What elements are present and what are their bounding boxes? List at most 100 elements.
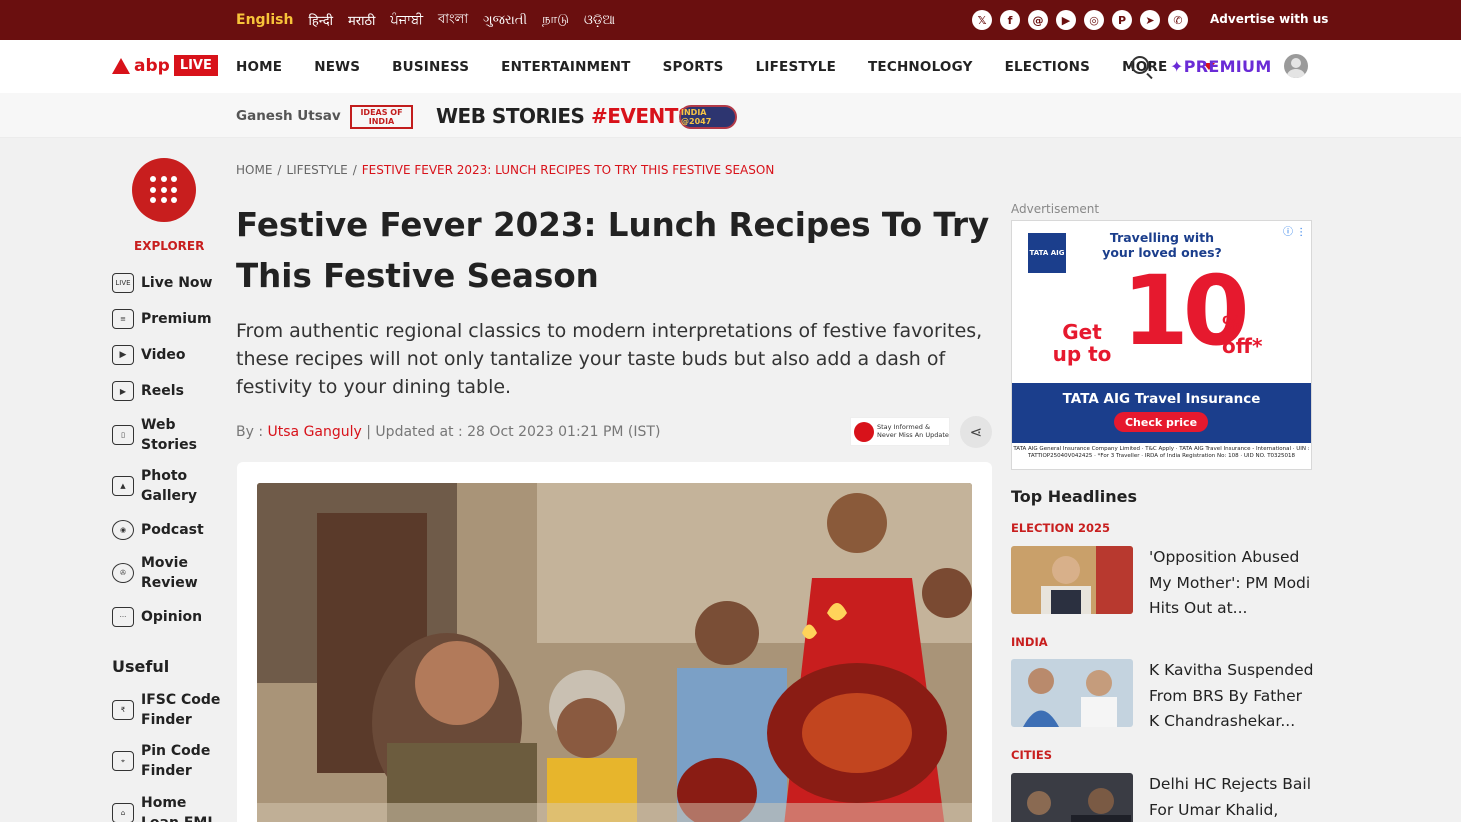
lang-odia[interactable]: ଓଡ଼ିଆ [584,13,615,28]
breadcrumb-lifestyle[interactable]: LIFESTYLE [286,163,347,177]
sidebar-item-reels[interactable]: ▶ Reels [112,381,184,401]
events-logo[interactable]: #EVENTS [591,104,692,128]
sidebar-item-podcast[interactable]: ◉ Podcast [112,520,204,540]
sidebar-item-premium[interactable]: ≡ Premium [112,309,212,329]
lang-gujarati[interactable]: ગુજરાતી [483,13,527,28]
app-download-badge[interactable]: Stay Informed & Never Miss An Update [850,417,950,446]
nav-business[interactable]: BUSINESS [392,59,469,75]
threads-icon[interactable]: @ [1028,10,1048,30]
grid-dots-icon [150,176,178,204]
facebook-icon[interactable]: f [1000,10,1020,30]
whatsapp-icon[interactable]: ✆ [1168,10,1188,30]
x-icon[interactable]: 𝕏 [972,10,992,30]
search-icon[interactable] [1131,56,1149,74]
breadcrumb-home[interactable]: HOME [236,163,272,177]
headline-category[interactable]: CITIES [1011,748,1052,762]
sidebar-item-movie-review[interactable]: ✇ Movie Review [112,553,198,593]
ifsc-icon: ₹ [112,700,134,720]
lang-tamil[interactable]: நாடு [542,12,569,28]
sidebar-item-label: Premium [141,311,212,327]
nav-home[interactable]: HOME [236,59,282,75]
lang-english[interactable]: English [236,12,293,28]
telegram-icon[interactable]: ➤ [1140,10,1160,30]
useful-heading: Useful [112,657,170,676]
ganesh-utsav-link[interactable]: Ganesh Utsav [236,108,341,124]
tata-aig-logo: TATA AIG [1028,233,1066,273]
user-avatar-icon[interactable] [1284,54,1308,78]
lang-bangla[interactable]: বাংলা [438,10,468,31]
explorer-label: EXPLORER [134,239,205,253]
sidebar-item-video[interactable]: ▶ Video [112,345,186,365]
headline-thumbnail[interactable] [1011,659,1133,727]
advertisement-label: Advertisement [1011,202,1100,216]
reels-icon: ▶ [112,381,134,401]
share-icon[interactable]: ⋖ [960,416,992,448]
headline-link[interactable]: Delhi HC Rejects Bail For Umar Khalid, [1149,772,1314,822]
abp-live-logo[interactable]: abp LIVE [112,55,218,76]
sidebar-item-opinion[interactable]: ··· Opinion [112,607,202,627]
author-link[interactable]: Utsa Ganguly [268,424,362,440]
sidebar-item-label: Pin Code Finder [141,743,211,779]
sidebar-item-label: Web Stories [141,417,197,453]
sidebar-item-home-loan[interactable]: ⌂ Home Loan EMI [112,793,213,822]
sidebar-item-label: Opinion [141,609,203,625]
india-2047-logo[interactable]: INDIA @2047 [679,105,737,129]
nav-items: HOME NEWS BUSINESS ENTERTAINMENT SPORTS … [236,40,1247,93]
sidebar-item-label: Video [141,347,186,363]
live-icon: LIVE [112,273,134,293]
nav-news[interactable]: NEWS [314,59,360,75]
ad-product-name: TATA AIG Travel Insurance [1062,391,1261,407]
ad-check-price-button[interactable]: Check price [1114,412,1208,432]
headline-thumbnail[interactable] [1011,546,1133,614]
nav-technology[interactable]: TECHNOLOGY [868,59,973,75]
sidebar-item-label: Podcast [141,522,204,538]
lang-punjabi[interactable]: ਪੰਜਾਬੀ [390,13,423,28]
lang-hindi[interactable]: हिन्दी [308,11,333,29]
byline-prefix: By : [236,424,268,440]
headline-category[interactable]: ELECTION 2025 [1011,521,1110,535]
headline-thumbnail-image [1011,659,1133,727]
nav-elections[interactable]: ELECTIONS [1005,59,1090,75]
sidebar-item-pin-code[interactable]: ⌖ Pin Code Finder [112,741,210,781]
ad-info-icon[interactable]: ⓘ ⋮ [1283,223,1306,238]
web-stories-icon: ▯ [112,425,134,445]
web-stories-logo[interactable]: WEB STORIES [436,104,585,128]
headline-thumbnail-image [1011,773,1133,822]
premium-icon: ≡ [112,309,134,329]
headline-category[interactable]: INDIA [1011,635,1048,649]
article-hero-image [257,483,972,822]
youtube-icon[interactable]: ▶ [1056,10,1076,30]
nav-lifestyle[interactable]: LIFESTYLE [756,59,836,75]
sidebar-item-live-now[interactable]: LIVE Live Now [112,273,212,293]
article-headline: Festive Fever 2023: Lunch Recipes To Try… [236,206,990,295]
advertise-link[interactable]: Advertise with us [1210,12,1328,26]
advertisement-banner[interactable]: TATA AIG ⓘ ⋮ Travelling with your loved … [1011,220,1312,470]
nav-entertainment[interactable]: ENTERTAINMENT [501,59,630,75]
ad-get-up-to: Get up to [1052,320,1112,366]
sidebar-item-web-stories[interactable]: ▯ Web Stories [112,415,197,455]
pin-code-icon: ⌖ [112,751,134,771]
headline-link[interactable]: K Kavitha Suspended From BRS By Father K… [1149,658,1314,735]
breadcrumb: HOME / LIFESTYLE / FESTIVE FEVER 2023: LUNCH… [236,163,775,177]
main-nav: abp LIVE HOME NEWS BUSINESS ENTERTAINMEN… [0,40,1461,93]
ideas-of-india-logo[interactable]: IDEAS OF INDIA [350,105,413,129]
explorer-button[interactable] [132,158,196,222]
breadcrumb-current: FESTIVE FEVER 2023: LUNCH RECIPES TO TRY… [361,163,775,177]
headline-link[interactable]: 'Opposition Abused My Mother': PM Modi H… [1149,545,1314,622]
sidebar-item-label: Home Loan EMI [141,795,213,822]
sidebar-item-label: Live Now [141,275,213,291]
updated-timestamp: | Updated at : 28 Oct 2023 01:21 PM (IST… [361,424,661,440]
pinterest-icon[interactable]: P [1112,10,1132,30]
headline-thumbnail[interactable] [1011,773,1133,822]
sidebar-item-label: IFSC Code Finder [141,692,221,728]
trending-bar: Ganesh Utsav IDEAS OF INDIA WEB STORIES … [0,93,1461,138]
sidebar-item-photo-gallery[interactable]: ▲ Photo Gallery [112,466,197,506]
premium-link[interactable]: ✦PREMIUM [1170,57,1272,76]
instagram-icon[interactable]: ◎ [1084,10,1104,30]
nav-sports[interactable]: SPORTS [663,59,724,75]
ad-off: % off* [1222,312,1263,358]
ad-bottom-panel: TATA AIG Travel Insurance Check price [1012,383,1311,443]
sidebar-item-label: Movie Review [141,555,198,591]
sidebar-item-ifsc[interactable]: ₹ IFSC Code Finder [112,690,220,730]
lang-marathi[interactable]: मराठी [348,11,375,29]
